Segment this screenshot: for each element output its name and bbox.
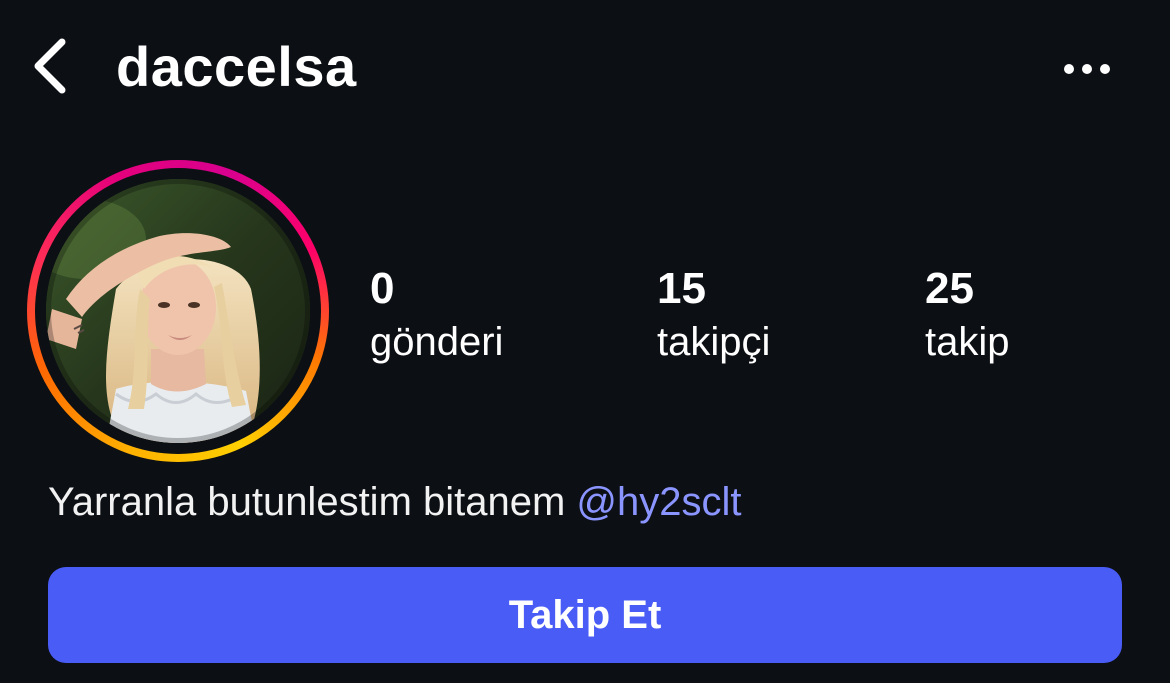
posts-count: 0 (370, 264, 395, 313)
bio-text: Yarranla butunlestim bitanem (48, 480, 577, 524)
stat-following[interactable]: 25 takip (925, 262, 1010, 366)
stat-posts[interactable]: 0 gönderi (370, 262, 503, 366)
followers-count: 15 (657, 264, 706, 313)
chevron-left-icon (34, 38, 66, 94)
followers-label: takipçi (657, 320, 771, 364)
profile-username: daccelsa (116, 35, 357, 98)
story-ring[interactable] (27, 160, 329, 462)
avatar-photo-image (46, 179, 310, 443)
follow-button[interactable]: Takip Et (48, 567, 1122, 663)
following-label: takip (925, 320, 1010, 364)
more-horizontal-icon (1064, 64, 1110, 74)
stat-followers[interactable]: 15 takipçi (657, 262, 770, 366)
profile-bio: Yarranla butunlestim bitanem @hy2sclt (48, 478, 742, 526)
back-button[interactable] (20, 30, 80, 102)
posts-label: gönderi (370, 320, 504, 364)
more-options-button[interactable] (1052, 44, 1122, 94)
following-count: 25 (925, 264, 974, 313)
avatar[interactable] (46, 179, 310, 443)
follow-button-label: Takip Et (508, 592, 662, 637)
bio-mention-link[interactable]: @hy2sclt (576, 480, 741, 524)
profile-screen: daccelsa 0 gönderi 15 takipçi 25 takip Y… (0, 0, 1170, 683)
